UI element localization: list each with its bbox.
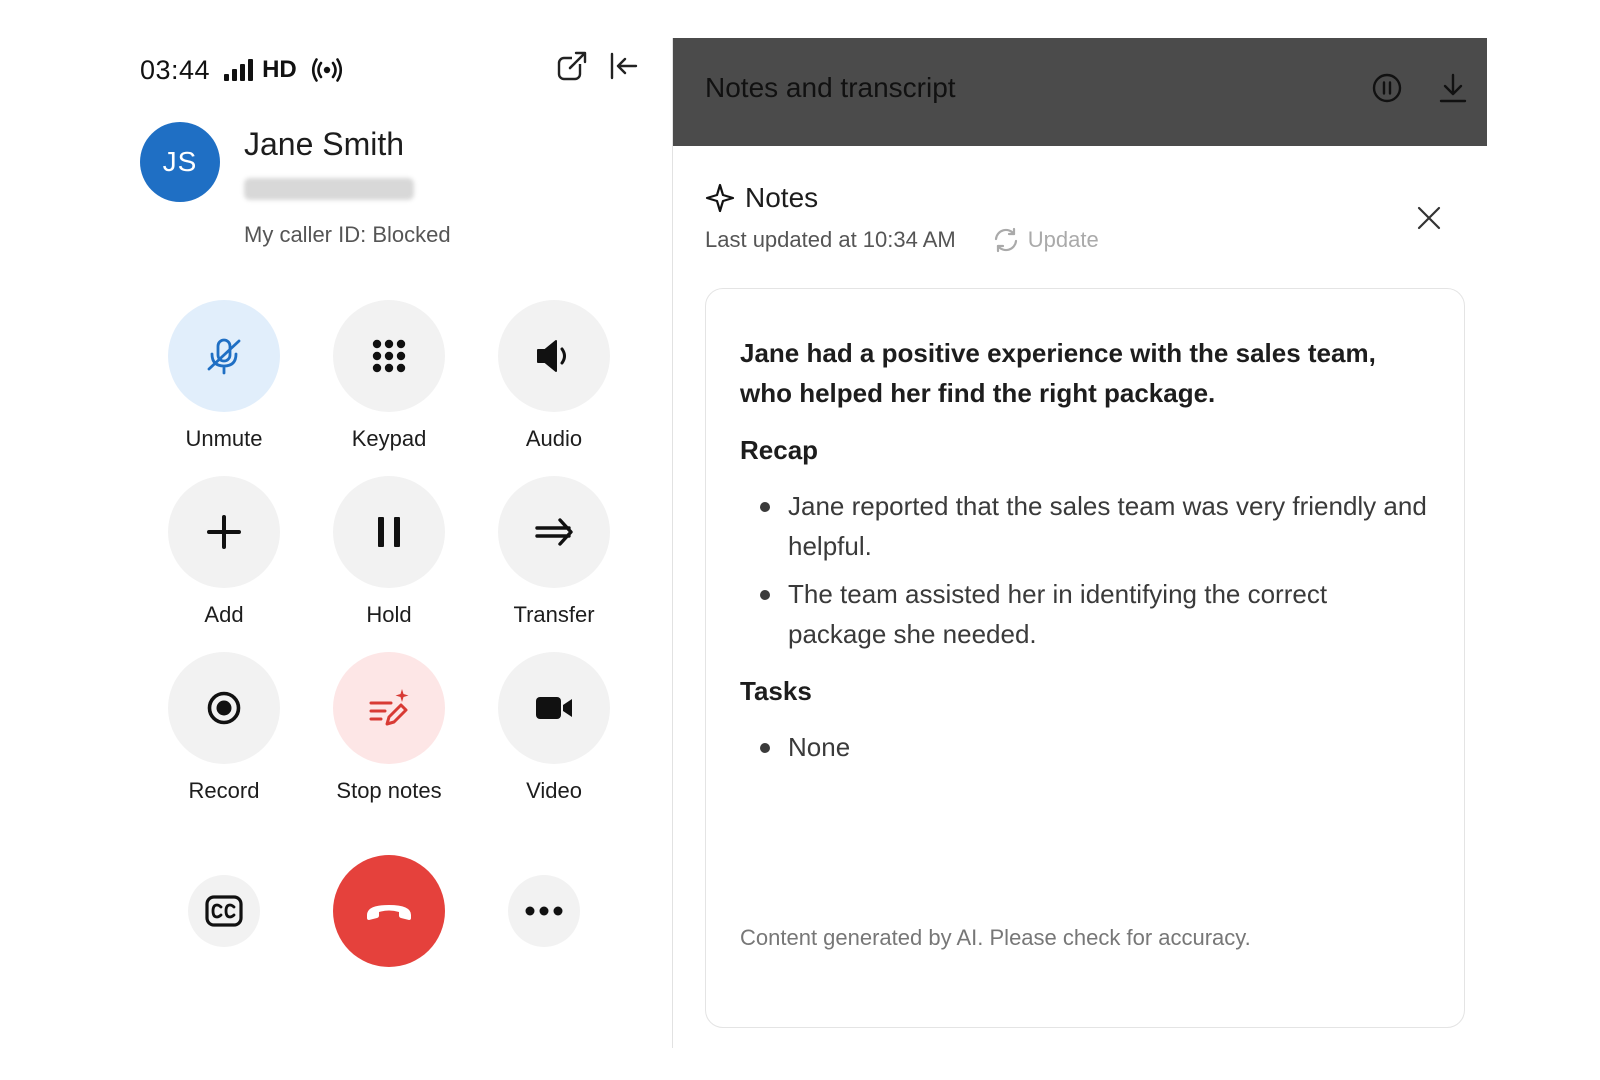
top-actions [556, 50, 640, 82]
sparkle-icon [705, 183, 735, 213]
unmute-button[interactable]: Unmute [168, 300, 280, 452]
tasks-list: None [740, 727, 1432, 767]
signal-strength-icon [224, 59, 254, 81]
transfer-icon [535, 518, 573, 546]
refresh-icon [994, 227, 1017, 253]
add-call-button[interactable]: Add [168, 476, 280, 628]
ai-notes-icon [369, 689, 409, 726]
video-icon [536, 697, 572, 719]
record-icon [207, 691, 241, 725]
stop-notes-label: Stop notes [336, 778, 442, 803]
ai-disclaimer: Content generated by AI. Please check fo… [740, 925, 1251, 950]
notes-card: Jane had a positive experience with the … [705, 288, 1465, 1028]
broadcast-icon [311, 58, 342, 82]
call-controls [168, 855, 618, 967]
hang-up-button[interactable] [333, 855, 445, 967]
notes-panel: Notes and transcript Notes Last updated … [672, 38, 1487, 1048]
list-item: Jane reported that the sales team was ve… [740, 486, 1432, 566]
hang-up-icon [367, 905, 411, 920]
hd-badge: HD [262, 56, 297, 83]
video-label: Video [526, 778, 582, 803]
pause-circle-icon[interactable] [1371, 72, 1403, 104]
keypad-icon [372, 339, 406, 373]
panel-title: Notes and transcript [705, 72, 956, 103]
transfer-button[interactable]: Transfer [498, 476, 610, 628]
list-item: The team assisted her in identifying the… [740, 574, 1432, 654]
record-button[interactable]: Record [168, 652, 280, 804]
captions-button[interactable] [188, 875, 260, 947]
unmute-label: Unmute [185, 426, 263, 451]
speaker-icon [537, 340, 566, 372]
notes-header: Notes Last updated at 10:34 AM Update [705, 182, 1465, 254]
recap-heading: Recap [740, 435, 819, 465]
stop-notes-button[interactable]: Stop notes [333, 652, 445, 804]
notes-title-row: Notes [705, 182, 1465, 214]
keypad-button[interactable]: Keypad [333, 300, 445, 452]
add-label: Add [204, 602, 244, 627]
more-icon [525, 906, 563, 916]
call-timer: 03:44 [140, 54, 211, 85]
keypad-label: Keypad [351, 426, 427, 451]
contact-number-redacted [244, 178, 414, 200]
update-button[interactable]: Update [992, 226, 1099, 254]
notes-panel-header: Notes and transcript [673, 38, 1487, 146]
mic-off-icon [207, 338, 241, 375]
header-actions [1371, 72, 1469, 104]
recap-list: Jane reported that the sales team was ve… [740, 486, 1432, 654]
notes-title: Notes [745, 182, 819, 213]
close-icon[interactable] [1415, 204, 1443, 232]
pop-out-icon[interactable] [556, 50, 588, 82]
list-item: None [740, 727, 1432, 767]
hold-button[interactable]: Hold [333, 476, 445, 628]
update-label: Update [1027, 227, 1099, 252]
record-label: Record [188, 778, 260, 803]
tasks-heading: Tasks [740, 676, 812, 706]
transfer-label: Transfer [513, 602, 595, 627]
more-options-button[interactable] [508, 875, 580, 947]
download-icon[interactable] [1437, 72, 1469, 104]
last-updated-text: Last updated at 10:34 AM [705, 227, 956, 252]
hold-label: Hold [366, 602, 412, 627]
audio-label: Audio [525, 426, 583, 451]
caller-id: My caller ID: Blocked [244, 222, 451, 247]
contact-name: Jane Smith [244, 126, 405, 162]
status-bar: 03:44 HD [140, 50, 343, 90]
call-panel: 03:44 HD JS Jane Smith My caller ID: Blo… [0, 0, 672, 1080]
video-button[interactable]: Video [498, 652, 610, 804]
avatar: JS [140, 122, 220, 202]
collapse-icon[interactable] [608, 50, 640, 82]
audio-button[interactable]: Audio [498, 300, 610, 452]
cc-icon [205, 895, 243, 927]
pause-icon [378, 517, 400, 547]
plus-icon [207, 515, 241, 549]
notes-summary: Jane had a positive experience with the … [740, 338, 1376, 408]
last-updated-row: Last updated at 10:34 AM Update [705, 226, 1465, 254]
